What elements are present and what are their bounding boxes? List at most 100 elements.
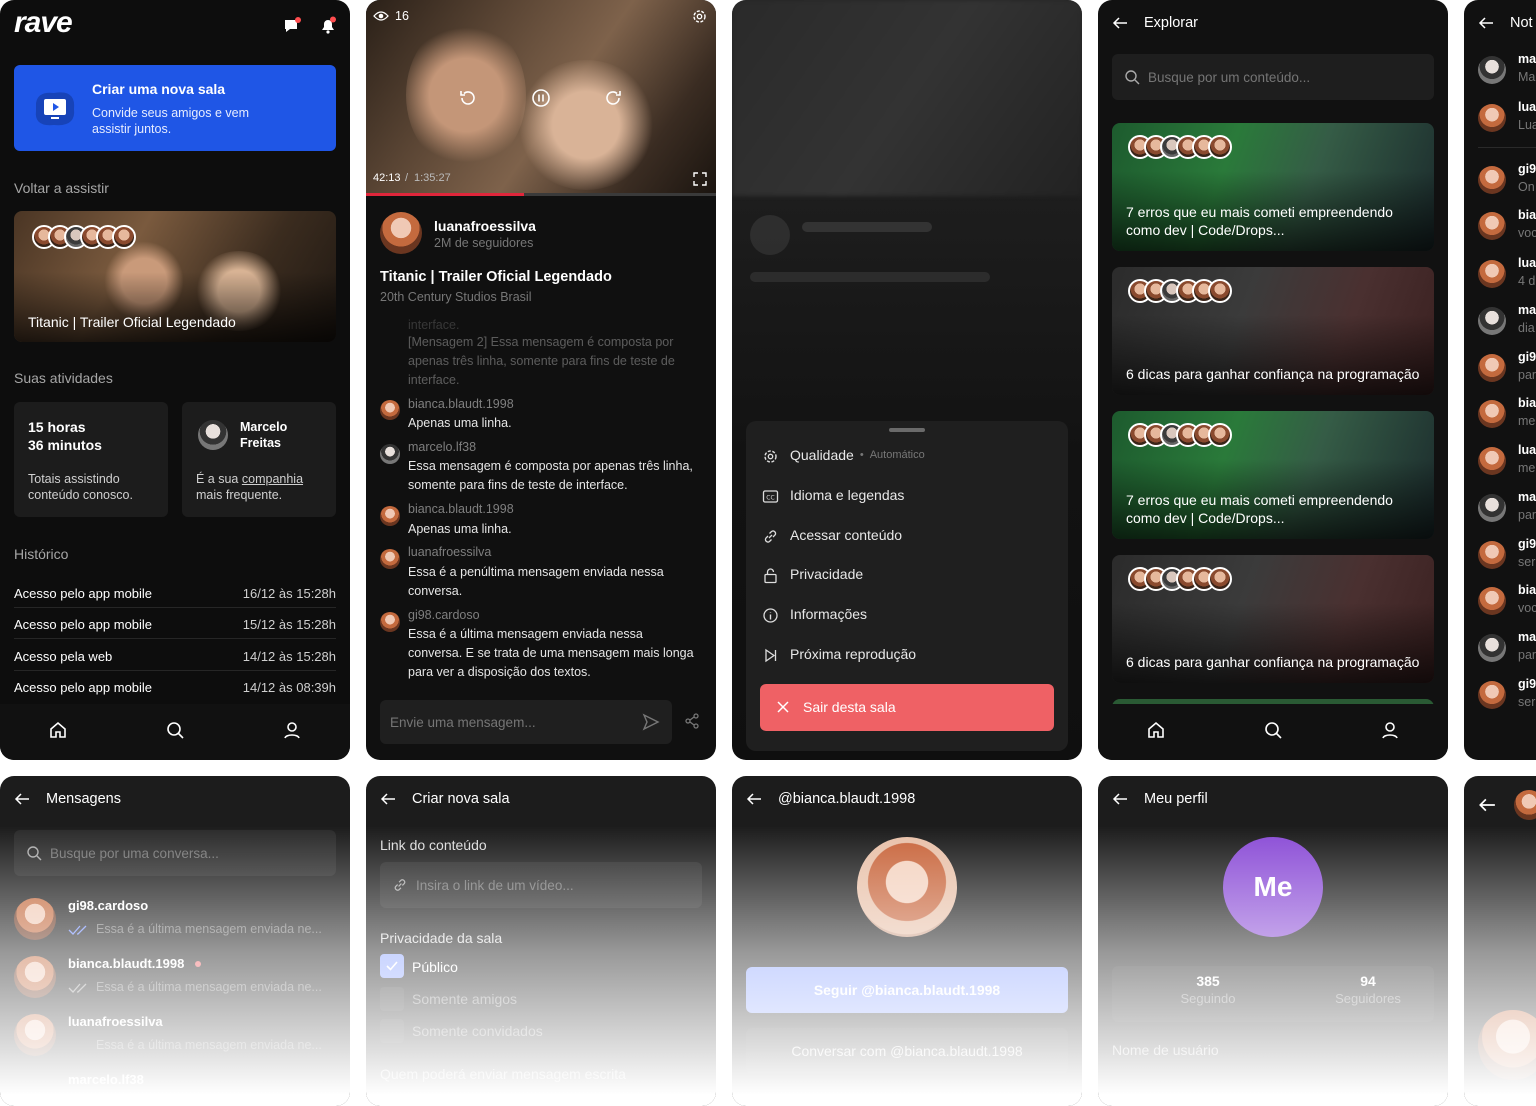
explore-search-box[interactable] [1112,54,1434,100]
history-label-text: Acesso pelo app mobile [14,617,153,632]
notification-user[interactable]: lua [1518,100,1536,114]
chat-username: bianca.blaudt.1998 [408,502,514,516]
rewind-icon[interactable] [458,88,478,113]
conversation-name[interactable]: bianca.blaudt.1998 [68,956,184,971]
my-avatar-initials: Me [1253,871,1293,902]
notification-user[interactable]: ma [1518,303,1536,317]
pause-icon[interactable] [531,88,551,113]
channel-name[interactable]: luanafroessilva [434,218,536,234]
chat-partner-avatar-large [1478,1010,1536,1080]
chat-bubble-icon[interactable] [282,16,302,41]
content-card[interactable]: 6 dicas para ganhar confiança na program… [1112,267,1434,395]
thumb-shade [1112,315,1434,395]
user-icon[interactable] [1380,720,1400,745]
notification-user[interactable]: lua [1518,443,1536,457]
viewer-avatars [1128,423,1232,447]
following-label[interactable]: Seguindo [1158,991,1258,1006]
friends-checkbox[interactable] [380,987,404,1011]
menu-privacy[interactable]: Privacidade [764,566,863,584]
back-arrow-icon[interactable] [746,791,762,812]
leave-room-button[interactable]: Sair desta sala [760,684,1054,731]
notification-user[interactable]: bia [1518,208,1536,222]
notification-text: 4 d [1518,274,1536,288]
followers-label[interactable]: Seguidores [1318,991,1418,1006]
conversation-name[interactable]: marcelo.lf38 [68,1072,144,1087]
search-icon[interactable] [1263,720,1283,745]
follow-button[interactable]: Seguir @bianca.blaudt.1998 [746,967,1068,1013]
create-room-banner[interactable]: Criar uma nova sala Convide seus amigos … [14,65,336,151]
stats-box: 385 Seguindo 94 Seguidores [1112,966,1434,1022]
blurred-avatar [750,215,790,255]
notification-user[interactable]: gi9 [1518,677,1536,691]
menu-info[interactable]: Informações [763,606,867,623]
notification-user[interactable]: bia [1518,583,1536,597]
content-card[interactable]: 7 erros que eu mais cometi empreendendo … [1112,123,1434,251]
fullscreen-icon[interactable] [693,172,707,191]
content-card[interactable]: 7 erros que eu mais cometi empreendendo … [1112,411,1434,539]
share-icon[interactable] [684,713,700,734]
sheet-handle[interactable] [889,428,925,432]
messages-search-box[interactable] [14,830,336,876]
notification-avatar [1478,56,1506,84]
messages-search-input[interactable] [50,842,320,864]
user-icon[interactable] [282,720,302,745]
bell-icon[interactable] [318,16,338,41]
watch-time-desc: Totais assistindo conteúdo conosco. [28,472,133,502]
top-friend-card[interactable]: Marcelo Freitas É a sua companhia mais fr… [182,402,336,517]
progress-track[interactable] [366,193,716,196]
back-arrow-icon[interactable] [380,791,396,812]
notification-user[interactable]: ma [1518,52,1536,66]
settings-gear-icon[interactable] [691,8,708,30]
back-arrow-icon[interactable] [1112,791,1128,812]
notification-text: On [1518,180,1535,194]
notification-user[interactable]: bia [1518,396,1536,410]
public-checkbox[interactable] [380,954,404,978]
chat-text: Essa é a penúltima mensagem enviada ness… [408,565,664,598]
menu-quality[interactable]: Qualidade • Automático [764,447,925,463]
link-input-box[interactable] [380,862,702,908]
notification-user[interactable]: ma [1518,630,1536,644]
invited-checkbox[interactable] [380,1019,404,1043]
my-avatar[interactable]: Me [1223,837,1323,937]
back-arrow-icon[interactable] [1478,15,1494,36]
conversation-name[interactable]: gi98.cardoso [68,898,148,913]
notification-text: dia [1518,321,1535,335]
chat-input[interactable] [390,711,630,733]
channel-avatar[interactable] [380,212,422,254]
chat-button[interactable]: Conversar com @bianca.blaudt.1998 [746,1028,1068,1074]
menu-language[interactable]: CC Idioma e legendas [762,487,904,503]
friends-option-label[interactable]: Somente amigos [412,991,517,1007]
home-icon[interactable] [48,720,68,745]
search-icon[interactable] [165,720,185,745]
menu-access[interactable]: Acessar conteúdo [764,527,902,543]
conversation-name[interactable]: luanafroessilva [68,1014,163,1029]
chat-input-box[interactable] [380,700,672,744]
public-option-label[interactable]: Público [412,959,458,975]
send-icon[interactable] [642,713,660,736]
companion-link[interactable]: companhia [242,472,303,486]
continue-watching-card[interactable]: Titanic | Trailer Oficial Legendado [14,211,336,342]
video-player[interactable]: 16 42:13 / 1:35:27 [366,0,716,196]
double-check-icon [68,923,90,941]
create-room-title: Criar uma nova sala [92,81,226,97]
notification-avatar [1478,104,1506,132]
back-arrow-icon[interactable] [14,791,30,812]
explore-search-input[interactable] [1148,66,1418,88]
menu-next[interactable]: Próxima reprodução [765,646,916,663]
chat-button-label: Conversar com @bianca.blaudt.1998 [791,1043,1023,1059]
notification-user[interactable]: gi9 [1518,537,1536,551]
notification-user[interactable]: gi9 [1518,162,1536,176]
invited-option-label[interactable]: Somente convidados [412,1023,543,1039]
link-input[interactable] [416,874,686,896]
create-room-screen: Criar nova sala Link do conteúdo Privaci… [366,776,716,1106]
forward-icon[interactable] [603,88,623,113]
notification-user[interactable]: gi9 [1518,350,1536,364]
notification-text: par [1518,508,1536,522]
back-arrow-icon[interactable] [1112,15,1128,36]
home-icon[interactable] [1146,720,1166,745]
content-card[interactable]: 6 dicas para ganhar confiança na program… [1112,555,1434,683]
notification-user[interactable]: lua [1518,256,1536,270]
activities-label: Suas atividades [14,370,113,386]
notification-user[interactable]: ma [1518,490,1536,504]
back-arrow-icon[interactable] [1478,796,1496,819]
